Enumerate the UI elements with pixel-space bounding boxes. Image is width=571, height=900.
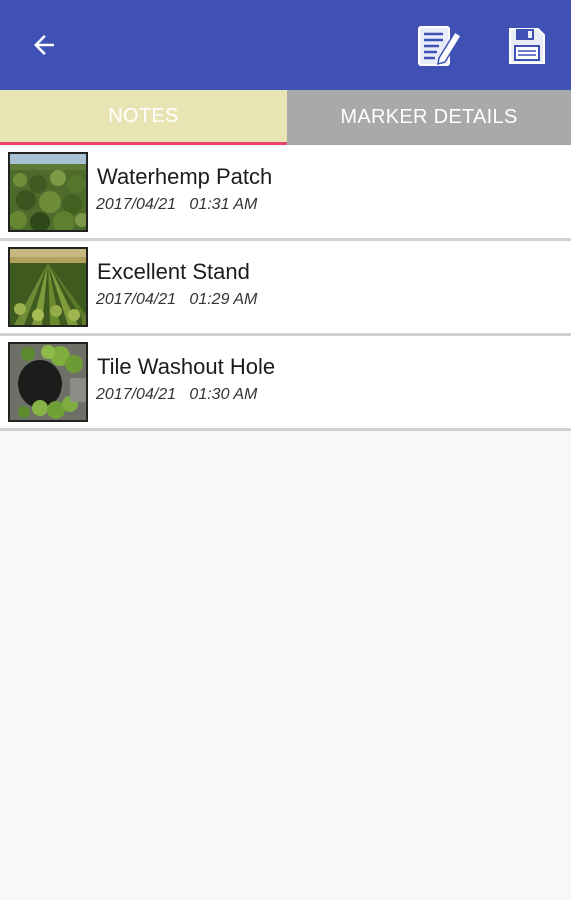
tab-marker-details-label: MARKER DETAILS [340, 106, 518, 128]
note-timestamp: 2017/04/21 01:30 AM [96, 386, 257, 404]
note-time: 01:30 AM [189, 386, 258, 403]
note-date: 2017/04/21 [96, 196, 177, 213]
list-item[interactable]: Excellent Stand 2017/04/21 01:29 AM [0, 241, 571, 336]
back-button[interactable] [24, 25, 64, 65]
crop-rows-photo [8, 247, 88, 327]
edit-note-icon [418, 26, 463, 66]
edit-note-button[interactable] [412, 22, 466, 70]
note-date: 2017/04/21 [96, 291, 177, 308]
save-button[interactable] [502, 22, 552, 70]
note-date: 2017/04/21 [96, 386, 177, 403]
note-title: Excellent Stand [97, 259, 250, 284]
list-item[interactable]: Tile Washout Hole 2017/04/21 01:30 AM [0, 336, 571, 431]
tab-marker-details[interactable]: MARKER DETAILS [287, 90, 571, 145]
field-weeds-photo [8, 152, 88, 232]
note-time: 01:31 AM [189, 196, 258, 213]
list-item[interactable]: Waterhemp Patch 2017/04/21 01:31 AM [0, 146, 571, 241]
tab-bar: NOTES MARKER DETAILS [0, 90, 571, 145]
floppy-disk-icon [509, 28, 545, 64]
note-time: 01:29 AM [189, 291, 258, 308]
tab-notes[interactable]: NOTES [0, 90, 287, 145]
note-timestamp: 2017/04/21 01:31 AM [96, 196, 257, 214]
tab-notes-label: NOTES [108, 104, 179, 127]
notes-list: Waterhemp Patch 2017/04/21 01:31 AM Exce… [0, 146, 571, 431]
washout-hole-photo [8, 342, 88, 422]
arrow-left-icon [34, 35, 54, 55]
note-title: Waterhemp Patch [97, 164, 273, 189]
note-title: Tile Washout Hole [97, 354, 276, 379]
app-bar [0, 0, 571, 90]
note-timestamp: 2017/04/21 01:29 AM [96, 291, 257, 309]
